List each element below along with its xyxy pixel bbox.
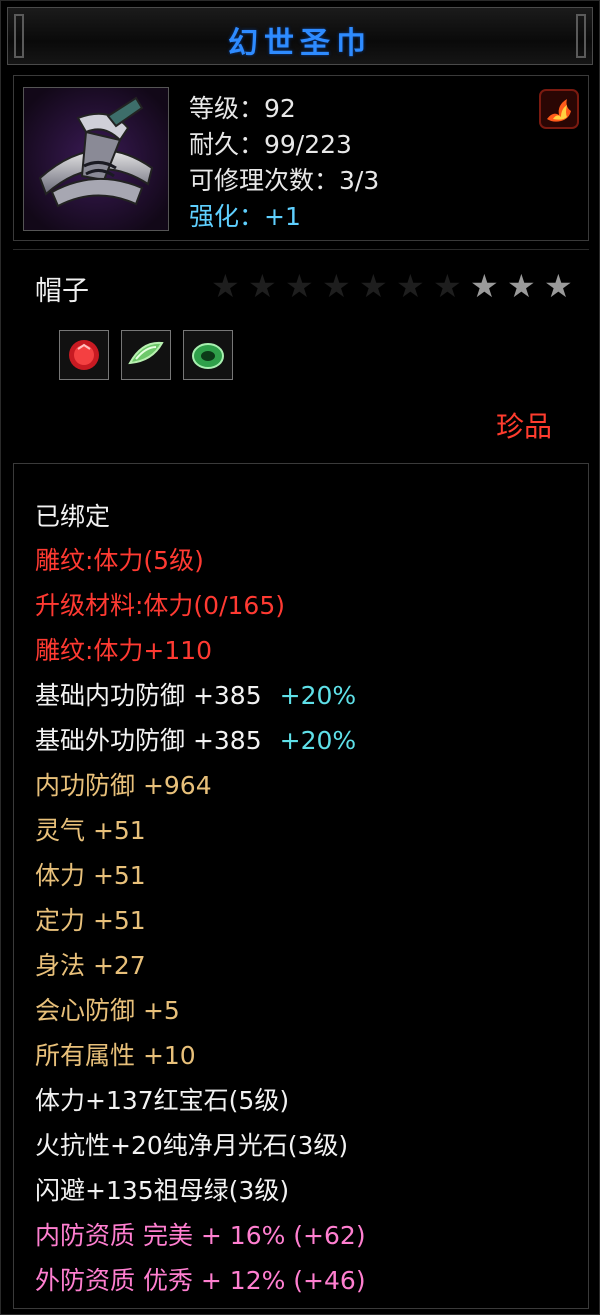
item-title: 幻世圣巾	[228, 26, 372, 61]
engrave-level: 雕纹:体力(5级)	[35, 546, 204, 575]
emerald-gem-icon[interactable]	[183, 330, 233, 380]
item-type-name: 帽子	[35, 276, 89, 307]
upgrade-material: 升级材料:体力(0/165)	[35, 591, 285, 620]
durability-stat: 耐久：99/223	[189, 130, 352, 159]
divider	[13, 249, 589, 250]
crit-defense-stat: 会心防御 +5	[35, 996, 180, 1025]
all-attributes-stat: 所有属性 +10	[35, 1041, 196, 1070]
star-icon: ★	[359, 267, 388, 305]
star-icon: ★	[322, 267, 351, 305]
item-tooltip: 幻世圣巾 等级：92 耐久：99/223 可修理次数：3/3 强化：+1 帽子 …	[0, 0, 600, 1315]
inner-defense-quality: 内防资质 完美 + 16% (+62)	[35, 1221, 366, 1250]
focus-stat: 定力 +51	[35, 906, 146, 935]
engrave-bonus: 雕纹:体力+110	[35, 636, 213, 665]
ruby-gem-icon[interactable]	[59, 330, 109, 380]
stamina-stat: 体力 +51	[35, 861, 146, 890]
base-outer-defense: 基础外功防御 +385 +20%	[35, 721, 356, 757]
level-stat: 等级：92	[189, 94, 296, 123]
hat-icon[interactable]	[23, 87, 169, 231]
enhance-stat: 强化：+1	[189, 202, 301, 231]
gem-bonus-emerald: 闪避+135祖母绿(3级)	[35, 1176, 290, 1205]
star-icon: ★	[396, 267, 425, 305]
rarity-label: 珍品	[495, 410, 552, 443]
base-inner-defense-percent: +20%	[279, 681, 357, 710]
base-outer-defense-percent: +20%	[279, 726, 357, 755]
gem-bonus-moonstone: 火抗性+20纯净月光石(3级)	[35, 1131, 349, 1160]
star-icon: ★	[285, 267, 314, 305]
fire-icon[interactable]	[539, 89, 579, 129]
star-icon: ★	[544, 267, 573, 305]
spirit-stat: 灵气 +51	[35, 816, 146, 845]
bound-status: 已绑定	[35, 502, 111, 531]
base-inner-defense: 基础内功防御 +385 +20%	[35, 676, 356, 712]
inner-defense: 内功防御 +964	[35, 771, 212, 800]
base-inner-defense-value: 基础内功防御 +385	[35, 681, 262, 710]
star-icon: ★	[470, 267, 499, 305]
moonstone-gem-icon[interactable]	[121, 330, 171, 380]
base-outer-defense-value: 基础外功防御 +385	[35, 726, 262, 755]
star-icon: ★	[507, 267, 536, 305]
agility-stat: 身法 +27	[35, 951, 146, 980]
star-icon: ★	[248, 267, 277, 305]
star-icon: ★	[433, 267, 462, 305]
outer-defense-quality: 外防资质 优秀 + 12% (+46)	[35, 1266, 366, 1295]
gem-bonus-ruby: 体力+137红宝石(5级)	[35, 1086, 290, 1115]
title-bar: 幻世圣巾	[7, 7, 593, 65]
repair-count-stat: 可修理次数：3/3	[189, 166, 380, 195]
star-icon: ★	[211, 267, 240, 305]
